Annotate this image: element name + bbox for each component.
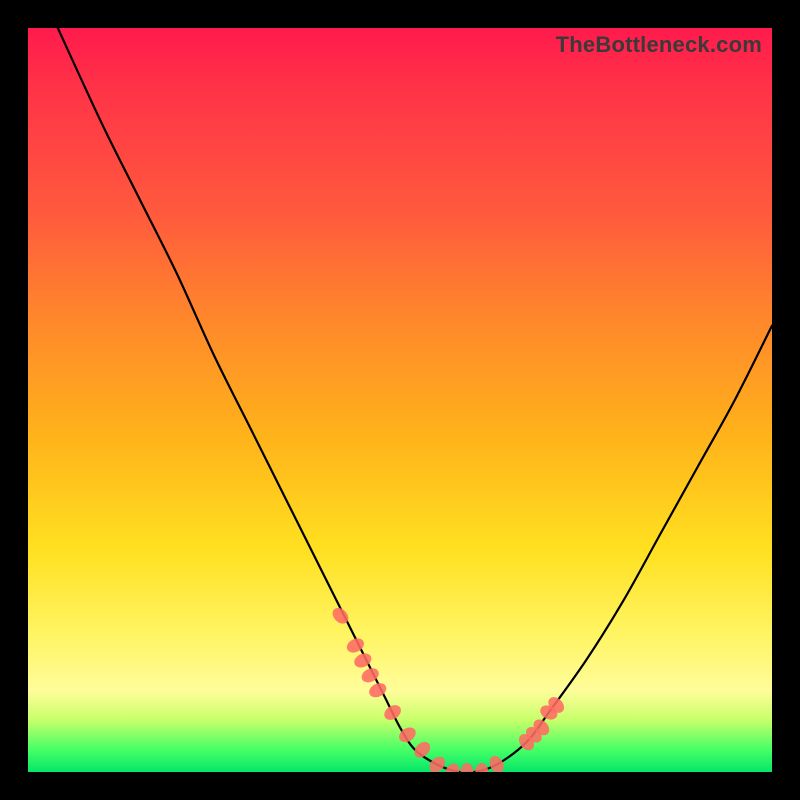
hotspot-marker: [396, 724, 418, 745]
hotspot-marker: [523, 724, 545, 746]
hotspot-markers: [330, 605, 568, 772]
watermark-label: TheBottleneck.com: [556, 32, 762, 58]
hotspot-marker: [330, 605, 352, 627]
hotspot-marker: [411, 739, 433, 761]
curve-layer: [28, 28, 772, 772]
hotspot-marker: [516, 731, 537, 753]
bottleneck-curve: [58, 28, 772, 772]
hotspot-marker: [426, 754, 448, 772]
hotspot-marker: [359, 665, 381, 685]
chart-frame: TheBottleneck.com: [0, 0, 800, 800]
hotspot-marker: [487, 754, 507, 772]
hotspot-marker: [461, 763, 474, 772]
hotspot-marker: [538, 703, 560, 723]
hotspot-marker: [344, 636, 366, 656]
hotspot-marker: [442, 761, 462, 772]
hotspot-marker: [367, 680, 389, 700]
plot-area: TheBottleneck.com: [28, 28, 772, 772]
hotspot-marker: [475, 763, 488, 772]
hotspot-marker: [530, 716, 552, 738]
hotspot-marker: [352, 651, 374, 671]
hotspot-marker: [545, 694, 567, 716]
hotspot-marker: [382, 702, 404, 723]
